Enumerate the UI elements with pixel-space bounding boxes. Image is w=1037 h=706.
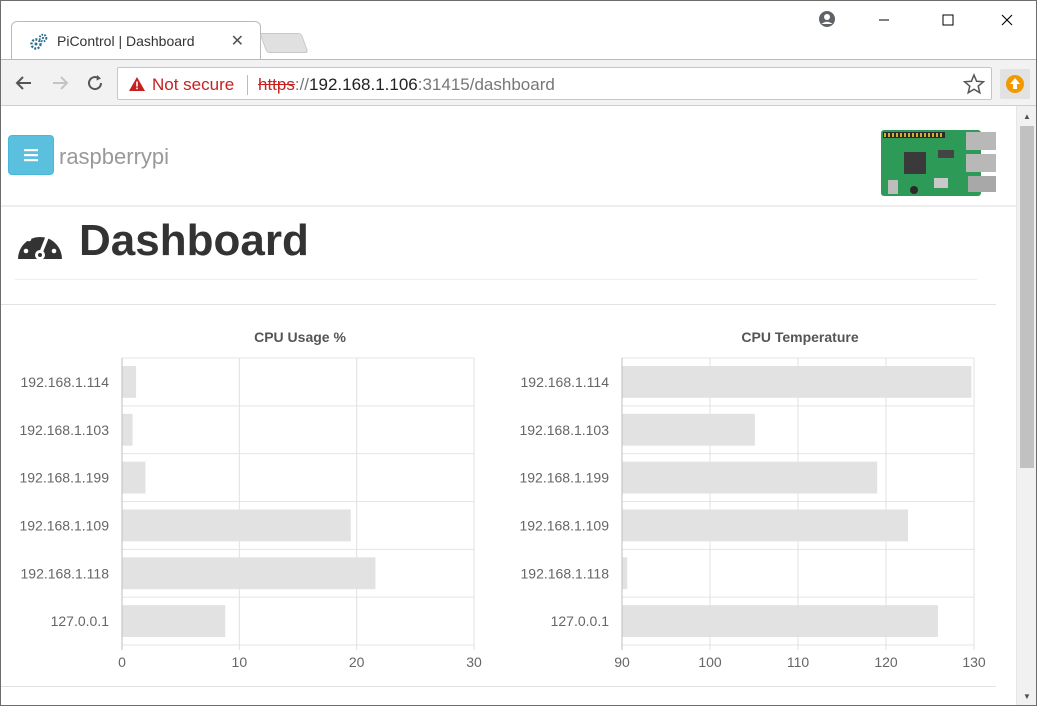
chart-title: CPU Temperature: [741, 329, 858, 345]
y-category-label: 192.168.1.199: [19, 470, 109, 486]
warning-icon: [129, 77, 145, 91]
cpu-temperature-chart: CPU Temperature 90 100 110 120 130 192.168.1.1…: [501, 320, 996, 685]
new-tab-button[interactable]: [259, 33, 309, 53]
bookmark-star-icon[interactable]: [963, 73, 985, 95]
bar: [622, 461, 878, 494]
bar: [122, 605, 226, 637]
x-tick-label: 20: [349, 654, 365, 670]
y-category-label: 192.168.1.109: [19, 517, 109, 533]
browser-window: PiControl | Dashboard ✕ Not secure https…: [0, 0, 1037, 706]
bar: [622, 557, 628, 590]
y-category-label: 192.168.1.103: [519, 422, 609, 438]
omnibox-divider: [247, 75, 248, 95]
chart-svg: CPU Usage % 0 10 20 30 192.168.1.114 192.168.1…: [19, 329, 482, 670]
url-scheme: https: [258, 75, 295, 94]
minimize-icon: [879, 19, 889, 21]
bar: [122, 461, 146, 494]
x-tick-label: 10: [232, 654, 248, 670]
url-separator: ://: [294, 75, 310, 94]
tab-dashboard[interactable]: PiControl | Dashboard ✕: [11, 21, 261, 61]
brand-name[interactable]: raspberrypi: [59, 144, 169, 170]
bar: [122, 366, 137, 398]
y-category-label: 192.168.1.118: [521, 565, 610, 581]
close-tab-icon[interactable]: ✕: [231, 31, 244, 51]
y-category-label: 127.0.0.1: [551, 613, 610, 629]
x-tick-label: 110: [787, 654, 810, 670]
extension-button[interactable]: [1000, 69, 1030, 99]
x-tick-label: 130: [962, 654, 986, 670]
url-path: :31415/dashboard: [417, 75, 555, 94]
arrow-right-icon: [53, 76, 69, 90]
bar: [122, 509, 351, 542]
page-title: Dashboard: [79, 216, 309, 265]
url-text[interactable]: https://192.168.1.106:31415/dashboard: [258, 75, 555, 95]
close-window-button[interactable]: [984, 7, 1030, 33]
bar: [122, 413, 133, 446]
y-category-label: 192.168.1.114: [21, 374, 110, 390]
section-divider-bottom: [1, 686, 996, 687]
update-arrow-icon: [1006, 75, 1024, 93]
maximize-icon: [942, 14, 954, 26]
maximize-button[interactable]: [925, 7, 971, 33]
gears-icon: [30, 33, 48, 50]
x-tick-label: 120: [874, 654, 898, 670]
back-button[interactable]: [11, 70, 37, 96]
address-bar[interactable]: Not secure https://192.168.1.106:31415/d…: [117, 67, 992, 100]
section-divider: [1, 304, 996, 305]
y-category-label: 192.168.1.103: [19, 422, 109, 438]
page-header: Dashboard: [15, 216, 977, 280]
arrow-left-icon: [15, 76, 31, 90]
y-category-label: 127.0.0.1: [51, 613, 110, 629]
scrollbar-thumb[interactable]: [1020, 126, 1034, 468]
bar: [122, 557, 376, 590]
bar: [622, 413, 755, 446]
reload-button[interactable]: [82, 70, 108, 96]
tab-title: PiControl | Dashboard: [57, 33, 195, 49]
top-navbar: raspberrypi: [1, 106, 1016, 207]
cpu-usage-chart: CPU Usage % 0 10 20 30 192.168.1.114 192.168.1…: [1, 320, 496, 685]
bar: [622, 366, 972, 398]
not-secure-label[interactable]: Not secure: [152, 75, 234, 95]
x-tick-label: 30: [466, 654, 482, 670]
y-category-label: 192.168.1.114: [521, 374, 610, 390]
browser-toolbar: Not secure https://192.168.1.106:31415/d…: [1, 59, 1036, 106]
x-tick-label: 0: [118, 654, 126, 670]
y-category-label: 192.168.1.109: [519, 517, 609, 533]
y-category-label: 192.168.1.118: [21, 565, 110, 581]
chart-svg: CPU Temperature 90 100 110 120 130 192.168.1.1…: [519, 329, 986, 670]
raspberry-pi-board-image: [878, 124, 998, 202]
bar: [622, 605, 938, 637]
reload-icon: [88, 75, 103, 91]
bar: [622, 509, 908, 542]
vertical-scrollbar[interactable]: ▲ ▼: [1016, 106, 1036, 705]
forward-button[interactable]: [47, 70, 73, 96]
x-tick-label: 100: [698, 654, 722, 670]
minimize-button[interactable]: [861, 7, 907, 33]
y-category-label: 192.168.1.199: [519, 470, 609, 486]
scroll-up-arrow-icon[interactable]: ▲: [1017, 108, 1036, 124]
chart-title: CPU Usage %: [254, 329, 346, 345]
tab-strip: PiControl | Dashboard ✕: [1, 1, 1036, 61]
dashboard-gauge-icon: [18, 231, 62, 260]
hamburger-icon: [24, 149, 38, 162]
x-tick-label: 90: [614, 654, 630, 670]
page-viewport: raspberrypi Dashboard CPU Usage % 0 10 2…: [1, 106, 1016, 705]
menu-toggle-button[interactable]: [8, 135, 54, 175]
profile-icon[interactable]: [818, 10, 836, 28]
url-host: 192.168.1.106: [309, 75, 418, 94]
scroll-down-arrow-icon[interactable]: ▼: [1017, 688, 1036, 704]
close-icon: [1001, 14, 1013, 26]
